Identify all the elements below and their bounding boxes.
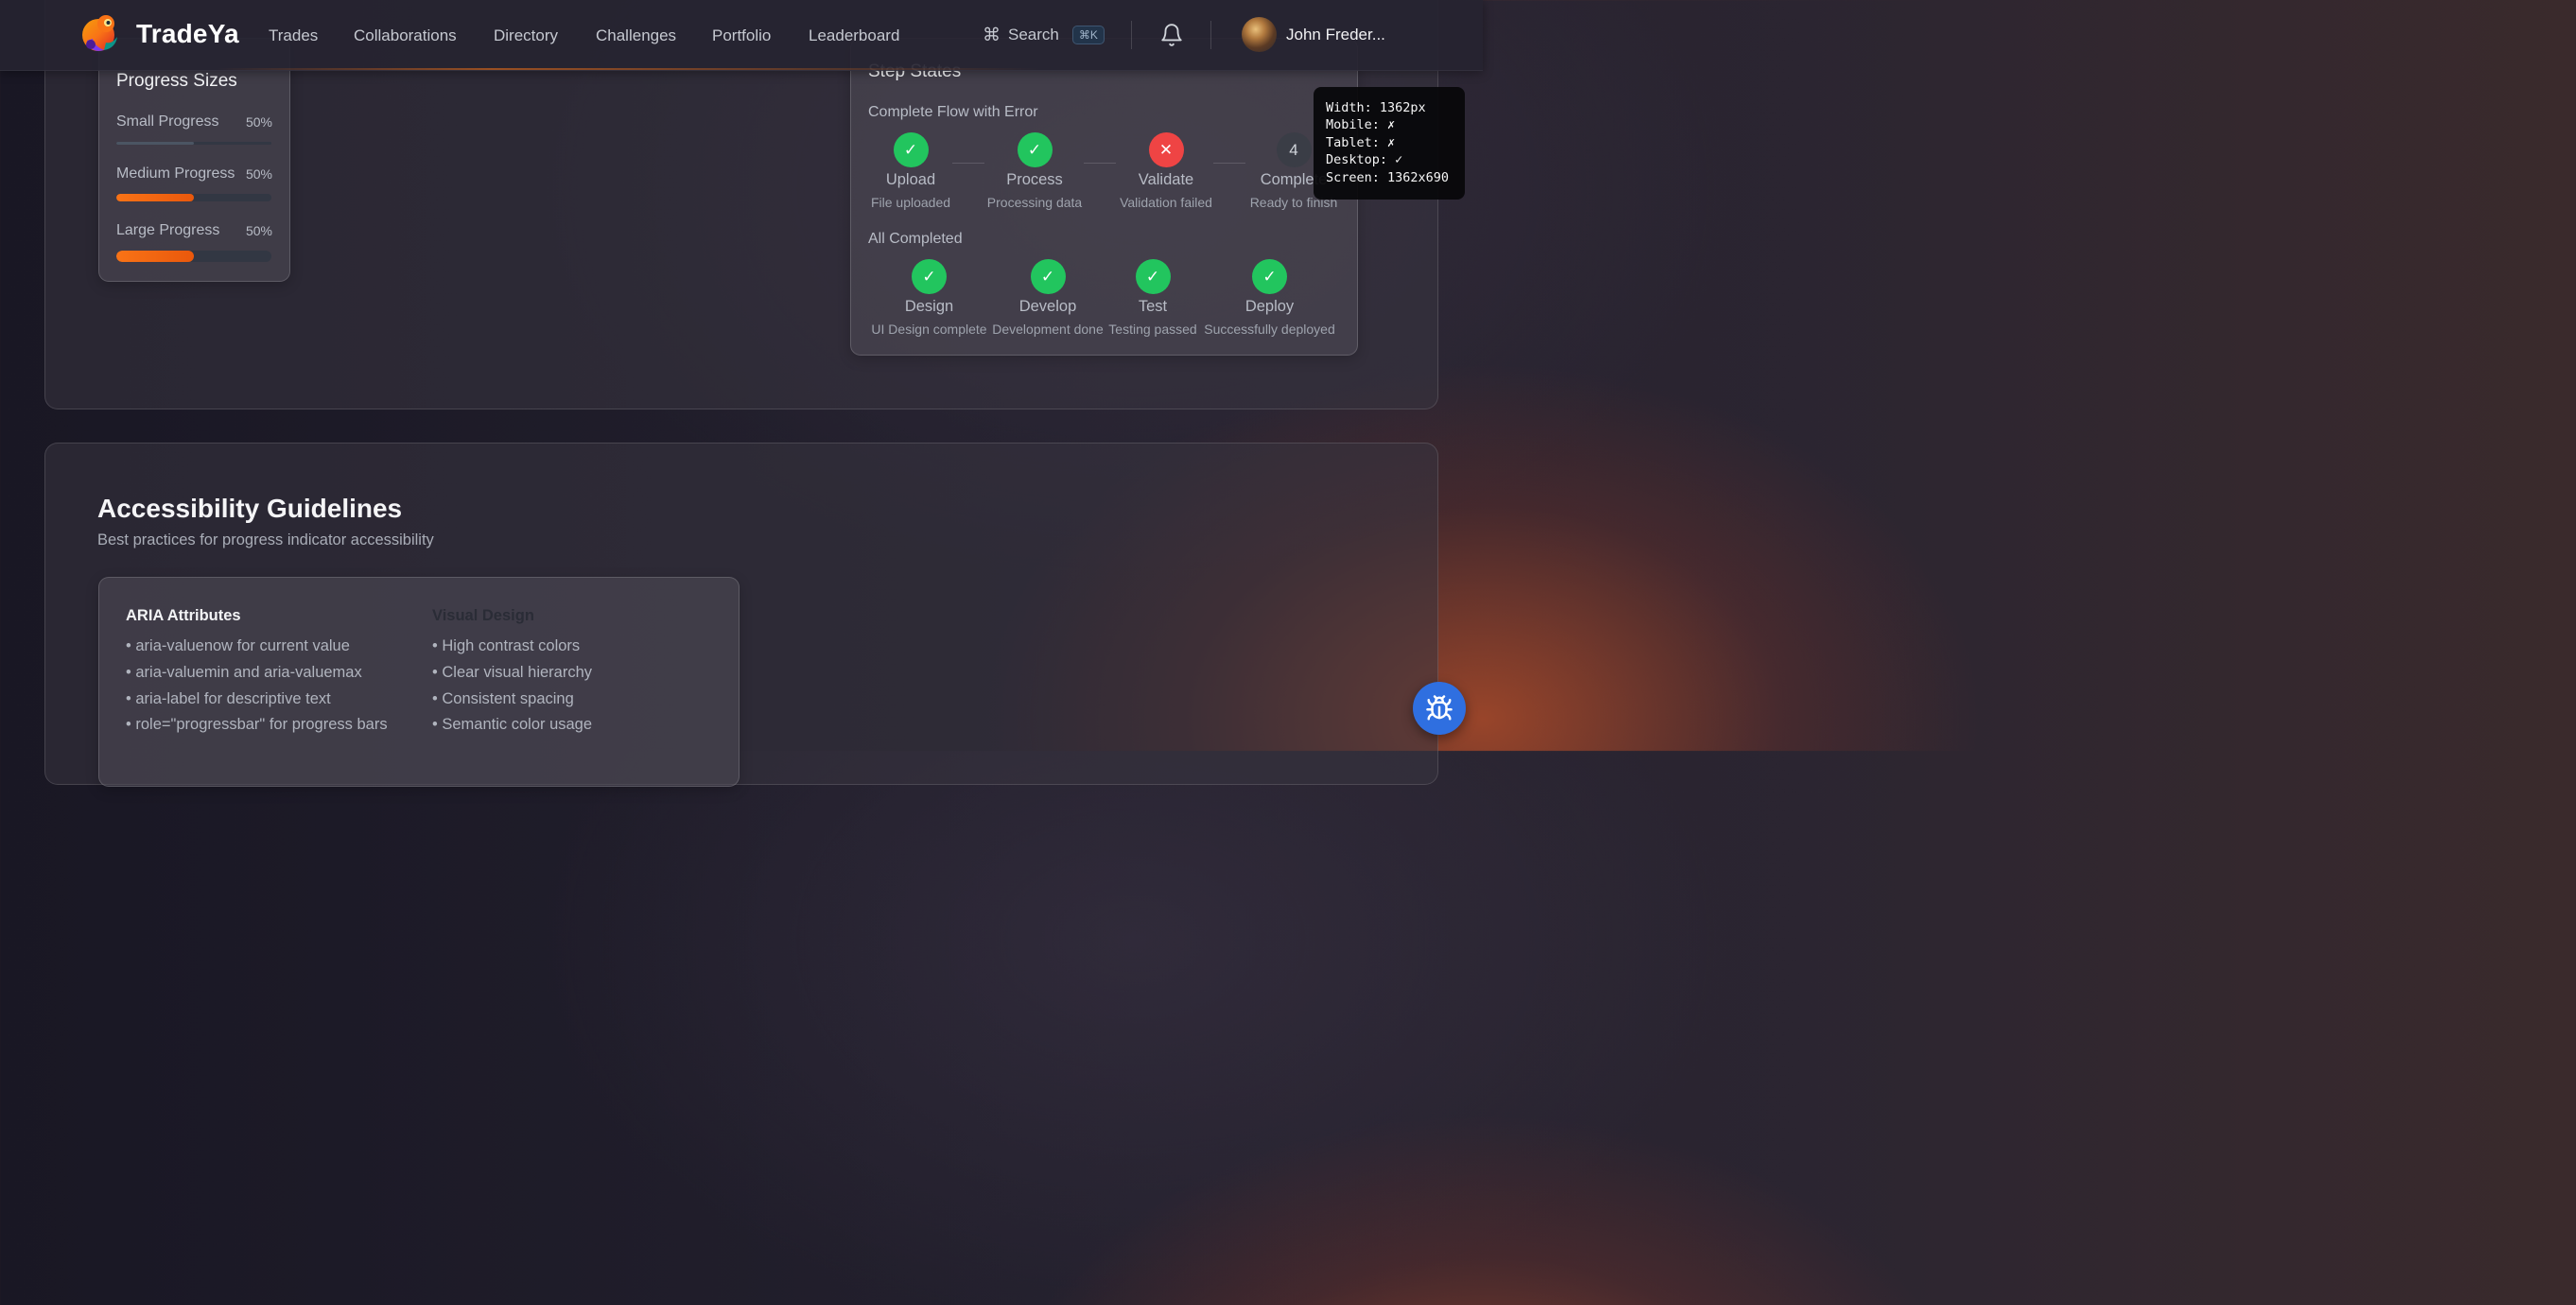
progress-fill — [116, 251, 194, 262]
progress-label: Small Progress — [116, 113, 219, 130]
step-group-title: All Completed — [868, 231, 963, 247]
guideline-item: • aria-valuenow for current value — [126, 637, 350, 654]
step-name: Process — [1006, 171, 1063, 188]
progress-label: Large Progress — [116, 222, 220, 238]
step-description: Processing data — [986, 195, 1083, 210]
step-states-card: Step States Complete Flow with Error ✓ U… — [850, 38, 1358, 356]
search-label: Search — [1008, 26, 1059, 44]
accessibility-subtitle: Best practices for progress indicator ac… — [97, 531, 434, 548]
step-validate: ✕ Validate Validation failed — [1105, 132, 1227, 210]
step-name: Develop — [1018, 298, 1077, 315]
debug-fab-button[interactable] — [1413, 682, 1466, 735]
small-progress-bar — [116, 142, 271, 145]
command-icon: ⌘ — [983, 25, 1001, 45]
accessibility-card: ARIA Attributes • aria-valuenow for curr… — [98, 577, 740, 787]
accessibility-title: Accessibility Guidelines — [97, 494, 403, 523]
navbar-accent-line — [218, 68, 1040, 70]
check-icon: ✓ — [1252, 259, 1287, 294]
x-icon: ✕ — [1148, 132, 1184, 167]
progress-fill — [116, 194, 194, 201]
search-button[interactable]: ⌘ Search ⌘K — [983, 24, 1105, 46]
progress-fill — [116, 142, 194, 145]
step-deploy: ✓ Deploy Successfully deployed — [1200, 259, 1339, 337]
step-description: Successfully deployed — [1204, 322, 1335, 337]
brand-name[interactable]: TradeYa — [136, 19, 239, 49]
bell-icon[interactable] — [1159, 23, 1184, 47]
navbar-divider — [1131, 21, 1132, 49]
step-upload: ✓ Upload File uploaded — [849, 132, 972, 210]
check-icon: ✓ — [1030, 259, 1066, 294]
step-develop: ✓ Develop Development done — [990, 259, 1105, 337]
medium-progress-bar — [116, 194, 271, 201]
progress-value: 50% — [245, 223, 272, 238]
step-description: Validation failed — [1120, 195, 1212, 210]
navbar-divider — [1210, 21, 1211, 49]
tooltip-line: Desktop: ✓ — [1326, 152, 1403, 167]
progress-value: 50% — [245, 114, 272, 130]
guideline-item: • Semantic color usage — [432, 716, 593, 733]
guideline-item: • aria-valuemin and aria-valuemax — [126, 664, 362, 681]
guideline-item: • High contrast colors — [432, 637, 581, 654]
nav-link-collaborations[interactable]: Collaborations — [354, 26, 457, 45]
step-description: File uploaded — [870, 195, 951, 210]
step-group-title: Complete Flow with Error — [868, 104, 1038, 120]
step-name: Test — [1138, 298, 1168, 315]
step-description: UI Design complete — [871, 322, 987, 337]
progress-sizes-title: Progress Sizes — [116, 71, 237, 91]
tooltip-line: Tablet: ✗ — [1326, 135, 1396, 150]
step-description: Testing passed — [1108, 322, 1197, 337]
large-progress-bar — [116, 251, 271, 262]
progress-label: Medium Progress — [116, 165, 235, 182]
nav-link-trades[interactable]: Trades — [269, 26, 318, 45]
step-name: Design — [904, 298, 954, 315]
guideline-item: • aria-label for descriptive text — [126, 690, 331, 707]
nav-link-leaderboard[interactable]: Leaderboard — [809, 26, 899, 45]
step-name: Validate — [1138, 171, 1194, 188]
guideline-item: • Consistent spacing — [432, 690, 574, 707]
responsive-debug-tooltip: Width: 1362px Mobile: ✗ Tablet: ✗ Deskto… — [1314, 87, 1465, 200]
step-process: ✓ Process Processing data — [973, 132, 1096, 210]
step-design: ✓ Design UI Design complete — [868, 259, 990, 337]
nav-link-directory[interactable]: Directory — [494, 26, 558, 45]
check-icon: ✓ — [912, 259, 947, 294]
nav-link-portfolio[interactable]: Portfolio — [712, 26, 771, 45]
search-shortcut-badge: ⌘K — [1071, 26, 1105, 44]
visual-design-title: Visual Design — [432, 607, 534, 624]
guideline-item: • Clear visual hierarchy — [432, 664, 593, 681]
nav-link-challenges[interactable]: Challenges — [596, 26, 676, 45]
step-name: Deploy — [1244, 298, 1295, 315]
progress-value: 50% — [245, 166, 272, 182]
progress-sizes-card: Progress Sizes Small Progress 50% Medium… — [98, 38, 290, 282]
user-avatar[interactable] — [1242, 17, 1277, 52]
tooltip-line: Width: 1362px — [1326, 100, 1426, 115]
tradeya-logo-icon[interactable] — [79, 12, 123, 56]
check-icon: ✓ — [1135, 259, 1171, 294]
tooltip-line: Mobile: ✗ — [1326, 117, 1396, 132]
aria-attributes-title: ARIA Attributes — [126, 607, 241, 624]
check-icon: ✓ — [893, 132, 929, 167]
top-navbar: TradeYa Trades Collaborations Directory … — [0, 0, 1483, 71]
check-icon: ✓ — [1017, 132, 1053, 167]
step-test: ✓ Test Testing passed — [1105, 259, 1200, 337]
step-description: Development done — [992, 322, 1104, 337]
tooltip-line: Screen: 1362x690 — [1326, 170, 1450, 185]
step-name: Upload — [885, 171, 936, 188]
step-number: 4 — [1276, 132, 1312, 167]
user-name[interactable]: John Freder... — [1286, 26, 1385, 44]
guideline-item: • role="progressbar" for progress bars — [126, 716, 388, 733]
bug-icon — [1426, 695, 1453, 721]
